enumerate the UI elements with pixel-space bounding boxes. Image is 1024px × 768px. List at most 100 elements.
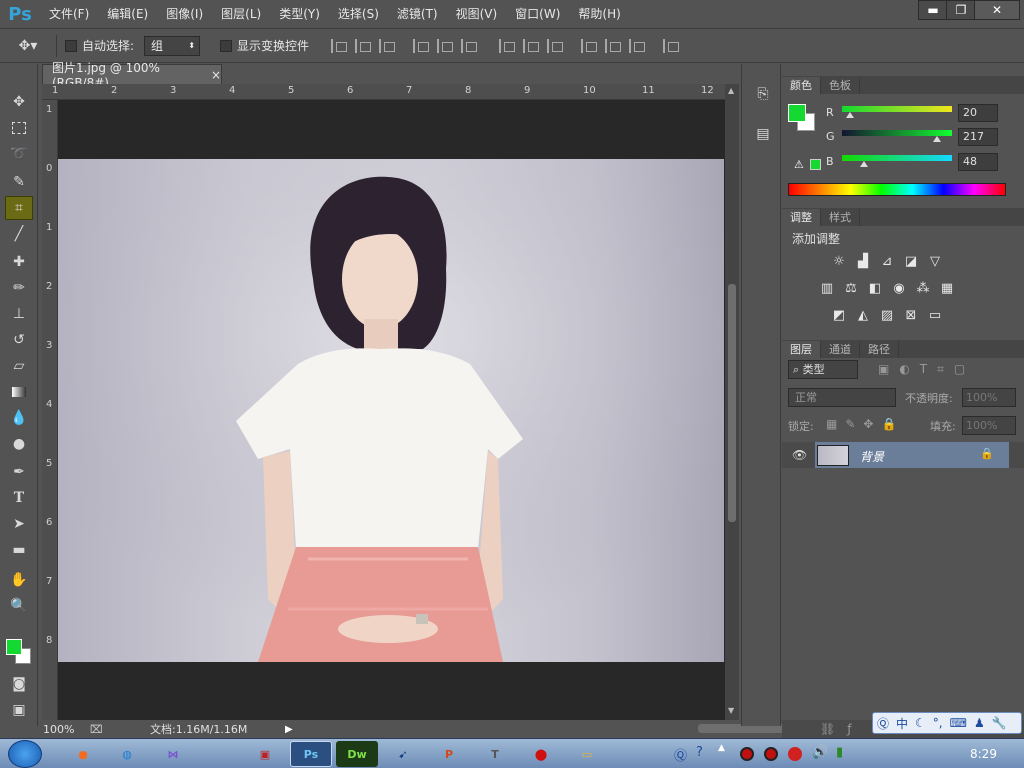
color-fg-swatch[interactable] xyxy=(788,104,806,122)
align-right-icon[interactable] xyxy=(461,38,478,53)
eyedropper-tool-icon[interactable]: ╱ xyxy=(5,222,33,246)
foreground-color-swatch[interactable] xyxy=(6,639,22,655)
menu-edit[interactable]: 编辑(E) xyxy=(98,0,157,28)
crop-tool-icon[interactable]: ⌗ xyxy=(5,196,33,220)
ime-mode[interactable]: 中 xyxy=(896,715,908,732)
tray-expand-icon[interactable]: ▲ xyxy=(718,743,725,753)
ime-user-icon[interactable]: ♟ xyxy=(974,716,985,730)
restore-button[interactable]: ❐ xyxy=(946,0,976,20)
align-vcenter-icon[interactable] xyxy=(355,38,372,53)
document-tab[interactable]: 图片1.jpg @ 100%(RGB/8#) × xyxy=(42,61,222,90)
auto-select-dropdown[interactable]: 组 ⬍ xyxy=(144,35,201,56)
layer-row[interactable]: 👁 背景 🔒 xyxy=(782,442,1024,468)
visual-studio-icon[interactable]: ⋈ xyxy=(152,741,194,767)
move-tool-icon[interactable]: ✥ xyxy=(5,90,33,114)
g-slider-handle[interactable] xyxy=(933,136,941,142)
dodge-tool-icon[interactable]: ● xyxy=(5,432,33,456)
gamut-swatch[interactable] xyxy=(810,159,821,170)
pen-tool-icon[interactable]: ✒ xyxy=(5,460,33,484)
tab-layers[interactable]: 图层 xyxy=(782,341,821,358)
color-balance-icon[interactable]: ⚖ xyxy=(842,281,860,297)
ime-logo-icon[interactable]: Ⓠ xyxy=(877,715,889,732)
rectangle-tool-icon[interactable]: ▬ xyxy=(5,538,33,562)
layer-filter-icons[interactable]: ▣◐T⌗▢ xyxy=(878,362,975,377)
color-lookup-icon[interactable]: ▦ xyxy=(938,281,956,297)
scroll-down-icon[interactable]: ▼ xyxy=(728,706,734,715)
move-tool-preset-icon[interactable]: ✥▾ xyxy=(8,38,48,54)
quick-mask-icon[interactable]: ◙ xyxy=(5,672,33,696)
tab-paths[interactable]: 路径 xyxy=(860,341,899,358)
minimize-button[interactable]: ▬ xyxy=(918,0,948,20)
hue-saturation-icon[interactable]: ▥ xyxy=(818,281,836,297)
color-spectrum-bar[interactable] xyxy=(788,183,1006,196)
gradient-map-icon[interactable]: ▭ xyxy=(926,308,944,324)
tray-ime-icon[interactable]: Ⓠ xyxy=(674,745,687,764)
clone-stamp-tool-icon[interactable]: ⊥ xyxy=(5,302,33,326)
b-value-field[interactable]: 48 xyxy=(958,153,998,171)
history-panel-icon[interactable]: ⎘ xyxy=(753,86,773,106)
start-button-icon[interactable] xyxy=(8,740,42,768)
exposure-icon[interactable]: ◪ xyxy=(902,254,920,270)
menu-window[interactable]: 窗口(W) xyxy=(506,0,569,28)
scroll-up-icon[interactable]: ▲ xyxy=(728,86,734,95)
lock-icons[interactable]: ▦✎✥🔒 xyxy=(826,417,904,431)
selective-color-icon[interactable]: ⊠ xyxy=(902,308,920,324)
zoom-tool-icon[interactable]: 🔍 xyxy=(5,594,33,618)
r-value-field[interactable]: 20 xyxy=(958,104,998,122)
tray-volume-icon[interactable]: 🔊 xyxy=(812,745,828,760)
lasso-tool-icon[interactable]: ➰ xyxy=(5,142,33,166)
type-tool-icon[interactable]: T xyxy=(5,486,33,510)
record-icon[interactable]: ⬤ xyxy=(520,741,562,767)
healing-brush-tool-icon[interactable]: ✚ xyxy=(5,250,33,274)
tab-swatches[interactable]: 色板 xyxy=(821,77,860,94)
b-slider[interactable] xyxy=(842,155,952,161)
opacity-field[interactable]: 100% xyxy=(962,388,1016,407)
dreamweaver-icon[interactable]: Dw xyxy=(336,741,378,767)
tab-channels[interactable]: 通道 xyxy=(821,341,860,358)
distribute-left-icon[interactable] xyxy=(581,38,598,53)
marquee-tool-icon[interactable] xyxy=(5,116,33,140)
brightness-icon[interactable]: ☼ xyxy=(830,254,848,270)
qq-browser-icon[interactable]: ◍ xyxy=(106,741,148,767)
vertical-scroll-thumb[interactable] xyxy=(728,284,736,522)
canvas-area[interactable] xyxy=(58,100,725,720)
ime-tool-icon[interactable]: 🔧 xyxy=(992,716,1007,730)
path-selection-tool-icon[interactable]: ➤ xyxy=(5,512,33,536)
layer-filter-dropdown[interactable]: ⌕ 类型 xyxy=(788,360,858,379)
tray-help-icon[interactable]: ? xyxy=(696,745,703,760)
app-blue-icon[interactable]: ➹ xyxy=(382,741,424,767)
layer-name[interactable]: 背景 xyxy=(860,448,884,465)
menu-help[interactable]: 帮助(H) xyxy=(569,0,629,28)
eraser-tool-icon[interactable]: ▱ xyxy=(5,354,33,378)
ime-toolbar[interactable]: Ⓠ 中 ☾ °, ⌨ ♟ 🔧 xyxy=(872,712,1022,734)
menu-select[interactable]: 选择(S) xyxy=(329,0,388,28)
invert-icon[interactable]: ◩ xyxy=(830,308,848,324)
tab-adjustments[interactable]: 调整 xyxy=(782,209,821,226)
screen-mode-icon[interactable]: ▣ xyxy=(5,698,33,722)
blend-mode-dropdown[interactable]: 正常 xyxy=(788,388,896,407)
folder-icon[interactable]: ▭ xyxy=(566,741,608,767)
gradient-tool-icon[interactable] xyxy=(5,380,33,404)
show-transform-checkbox[interactable]: 显示变换控件 xyxy=(220,37,309,54)
vertical-scrollbar[interactable]: ▲ ▼ xyxy=(725,84,739,720)
powerpoint-icon[interactable]: P xyxy=(428,741,470,767)
taskbar-clock[interactable]: 8:29 xyxy=(970,747,997,761)
ime-keyboard-icon[interactable]: ⌨ xyxy=(950,716,967,730)
auto-select-checkbox[interactable]: 自动选择: xyxy=(65,37,134,54)
menu-image[interactable]: 图像(I) xyxy=(157,0,212,28)
menu-file[interactable]: 文件(F) xyxy=(40,0,98,28)
status-menu-arrow-icon[interactable]: ▶ xyxy=(285,724,293,735)
vibrance-icon[interactable]: ▽ xyxy=(926,254,944,270)
close-tab-icon[interactable]: × xyxy=(211,68,221,82)
firefox-icon[interactable]: ● xyxy=(62,741,104,767)
horizontal-scrollbar[interactable] xyxy=(293,720,828,738)
hand-tool-icon[interactable]: ✋ xyxy=(5,568,33,592)
app-red-icon[interactable]: ▣ xyxy=(244,741,286,767)
g-value-field[interactable]: 217 xyxy=(958,128,998,146)
levels-icon[interactable]: ▟ xyxy=(854,254,872,270)
tab-color[interactable]: 颜色 xyxy=(782,77,821,94)
menu-filter[interactable]: 滤镜(T) xyxy=(388,0,447,28)
menu-layer[interactable]: 图层(L) xyxy=(212,0,270,28)
tray-stop-icon[interactable] xyxy=(788,747,802,761)
align-hcenter-icon[interactable] xyxy=(437,38,454,53)
